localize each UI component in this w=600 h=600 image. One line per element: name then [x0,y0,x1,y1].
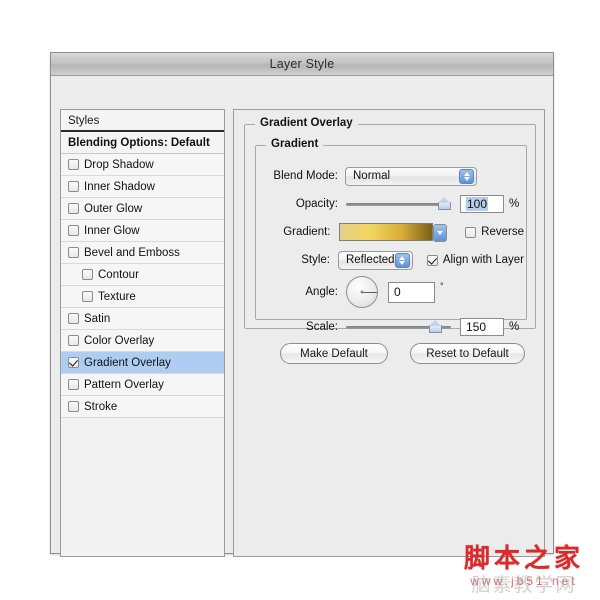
angle-input[interactable]: 0 [388,281,435,303]
opacity-slider-track [346,203,451,206]
watermark-ghost-text: 脑素教学网 [471,574,577,596]
layer-style-dialog: Layer Style Styles Blending Options: Def… [50,52,554,557]
style-item-label: Texture [98,290,136,303]
opacity-slider[interactable] [346,197,451,211]
style-list-item[interactable]: Stroke [61,396,224,418]
style-select[interactable]: Reflected [337,250,413,270]
gradient-picker-chevron-down-icon[interactable] [433,224,448,242]
style-item-label: Inner Glow [84,224,140,237]
opacity-unit: % [509,198,520,210]
scale-row: Scale: 150 % [256,317,524,337]
style-row: Style: Reflected Align with Layer [256,250,524,270]
style-item-checkbox[interactable] [68,357,79,368]
style-list-item[interactable]: Gradient Overlay [61,352,224,374]
scale-unit: % [509,321,520,333]
blend-mode-stepper-icon[interactable] [459,168,474,184]
align-with-layer-checkbox-box[interactable] [426,254,438,266]
style-label: Style: [301,254,330,266]
style-item-label: Color Overlay [84,334,155,347]
style-item-checkbox[interactable] [82,291,93,302]
styles-panel: Styles Blending Options: Default Drop Sh… [60,109,225,557]
gradient-overlay-group-title: Gradient Overlay [255,117,358,129]
blend-mode-row: Blend Mode: Normal [256,166,524,186]
screenshot-root: Layer Style Styles Blending Options: Def… [0,0,600,600]
gradient-group: Gradient Blend Mode: Normal Opacity: 100… [255,138,527,336]
style-item-checkbox[interactable] [68,379,79,390]
style-item-checkbox[interactable] [68,225,79,236]
opacity-slider-thumb[interactable] [438,197,451,210]
reverse-label: Reverse [481,226,524,238]
blend-mode-value: Normal [353,170,391,182]
align-with-layer-label: Align with Layer [442,254,524,266]
dialog-body: Styles Blending Options: Default Drop Sh… [51,76,553,557]
style-item-checkbox[interactable] [68,159,79,170]
angle-unit: ° [440,281,444,291]
style-item-checkbox[interactable] [68,181,79,192]
dialog-title: Layer Style [269,57,335,71]
scale-input[interactable]: 150 [460,318,504,336]
style-list-item[interactable]: Color Overlay [61,330,224,352]
settings-panel: Gradient Overlay Gradient Blend Mode: No… [233,109,545,557]
style-item-label: Drop Shadow [84,158,154,171]
style-item-checkbox[interactable] [68,335,79,346]
align-with-layer-checkbox[interactable]: Align with Layer [426,254,524,266]
style-list-item[interactable]: Drop Shadow [61,154,224,176]
angle-dial-needle [362,292,377,293]
style-item-checkbox[interactable] [68,247,79,258]
style-list-item[interactable]: Bevel and Emboss [61,242,224,264]
opacity-label: Opacity: [295,198,338,210]
angle-row: Angle: 0 ° [256,274,524,310]
style-item-label: Stroke [84,400,118,413]
reverse-checkbox[interactable]: Reverse [465,226,524,238]
opacity-input[interactable]: 100 [460,195,504,213]
style-item-label: Pattern Overlay [84,378,164,391]
style-list-item[interactable]: Outer Glow [61,198,224,220]
gradient-label: Gradient: [283,226,331,238]
style-item-checkbox[interactable] [68,401,79,412]
angle-dial[interactable] [346,276,378,308]
blend-mode-select[interactable]: Normal [345,166,477,186]
style-list-item[interactable]: Texture [61,286,224,308]
make-default-button[interactable]: Make Default [280,343,388,364]
style-item-label: Contour [98,268,139,281]
style-list-item[interactable]: Satin [61,308,224,330]
style-item-checkbox[interactable] [68,203,79,214]
dialog-titlebar[interactable]: Layer Style [51,53,553,76]
angle-value: 0 [394,285,401,299]
blend-mode-label: Blend Mode: [273,170,338,182]
style-list-item[interactable]: Pattern Overlay [61,374,224,396]
blending-options-row[interactable]: Blending Options: Default [61,132,224,154]
gradient-row: Gradient: Reverse [256,222,524,242]
style-list-item[interactable]: Inner Shadow [61,176,224,198]
opacity-row: Opacity: 100 % [256,194,524,214]
scale-value: 150 [466,320,487,334]
style-item-label: Inner Shadow [84,180,155,193]
style-stepper-icon[interactable] [394,252,410,268]
default-buttons-row: Make Default Reset to Default [280,343,525,364]
style-item-checkbox[interactable] [82,269,93,280]
gradient-swatch[interactable] [338,223,448,242]
reverse-checkbox-box[interactable] [465,226,477,238]
scale-label: Scale: [306,321,338,333]
scale-slider[interactable] [346,320,451,334]
style-item-label: Gradient Overlay [84,356,171,369]
watermark-url: www.jb51.net [470,574,578,588]
reset-to-default-button[interactable]: Reset to Default [410,343,525,364]
style-item-label: Bevel and Emboss [84,246,180,259]
style-item-checkbox[interactable] [68,313,79,324]
opacity-value: 100 [466,197,489,211]
gradient-overlay-group: Gradient Overlay Gradient Blend Mode: No… [244,117,536,336]
angle-dial-center [360,290,364,294]
scale-slider-thumb[interactable] [428,320,442,333]
gradient-group-title: Gradient [266,138,324,150]
styles-panel-header: Styles [61,110,224,132]
style-item-label: Outer Glow [84,202,143,215]
style-list-item[interactable]: Inner Glow [61,220,224,242]
style-list-item[interactable]: Contour [61,264,224,286]
styles-list: Drop Shadow Inner Shadow Outer Glow Inner G… [61,154,224,418]
angle-label: Angle: [305,286,338,298]
style-item-label: Satin [84,312,111,325]
style-value: Reflected [345,254,395,266]
